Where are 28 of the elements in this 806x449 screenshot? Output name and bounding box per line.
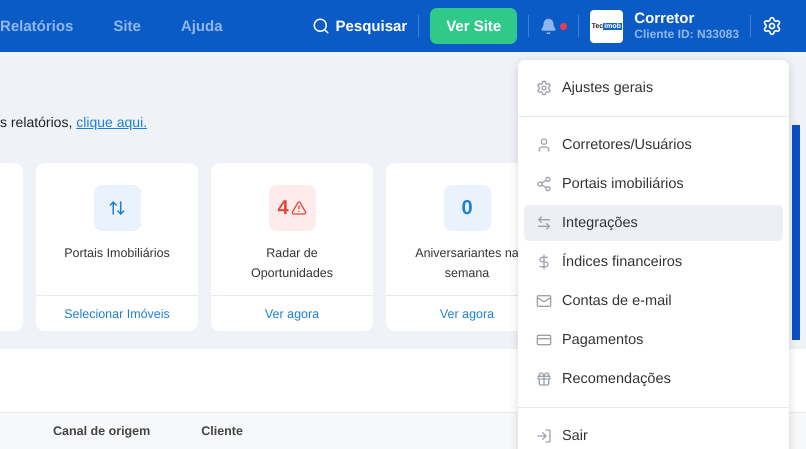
- person-icon: [536, 137, 552, 153]
- alert-badge: 4: [268, 185, 316, 231]
- card-label: Aniversariantes na semana: [414, 245, 520, 282]
- notice-text: s relatórios, clique aqui.: [0, 114, 148, 130]
- settings-icon: [536, 80, 552, 96]
- warning-icon: [290, 200, 307, 216]
- card-label: Radar de Oportunidades: [250, 245, 334, 282]
- search-button[interactable]: Pesquisar: [312, 17, 408, 35]
- column-header: Cliente: [201, 424, 243, 438]
- mail-icon: [536, 293, 552, 309]
- client-id: Cliente ID: N33083: [634, 28, 739, 41]
- exit-icon: [536, 428, 552, 444]
- gift-icon: [536, 371, 552, 387]
- menu-item[interactable]: Integrações: [524, 205, 783, 241]
- share-icon: [536, 176, 552, 192]
- up-down-arrows-icon: [108, 199, 126, 217]
- search-icon: [312, 17, 330, 35]
- card-action-link[interactable]: Ver agora: [211, 295, 373, 331]
- count-badge: 0: [444, 185, 490, 231]
- settings-icon[interactable]: [762, 16, 782, 36]
- column-header: Canal de origem: [53, 424, 150, 438]
- swap-arrows-icon: [536, 215, 552, 231]
- user-name: Corretor: [634, 11, 696, 28]
- notification-icon[interactable]: [540, 18, 558, 34]
- click-here-link[interactable]: clique aqui.: [76, 114, 148, 130]
- card-action-link[interactable]: Selecionar Imóveis: [36, 295, 198, 331]
- card-icon: [536, 332, 552, 348]
- card-label: Portais Imobiliários: [63, 245, 171, 262]
